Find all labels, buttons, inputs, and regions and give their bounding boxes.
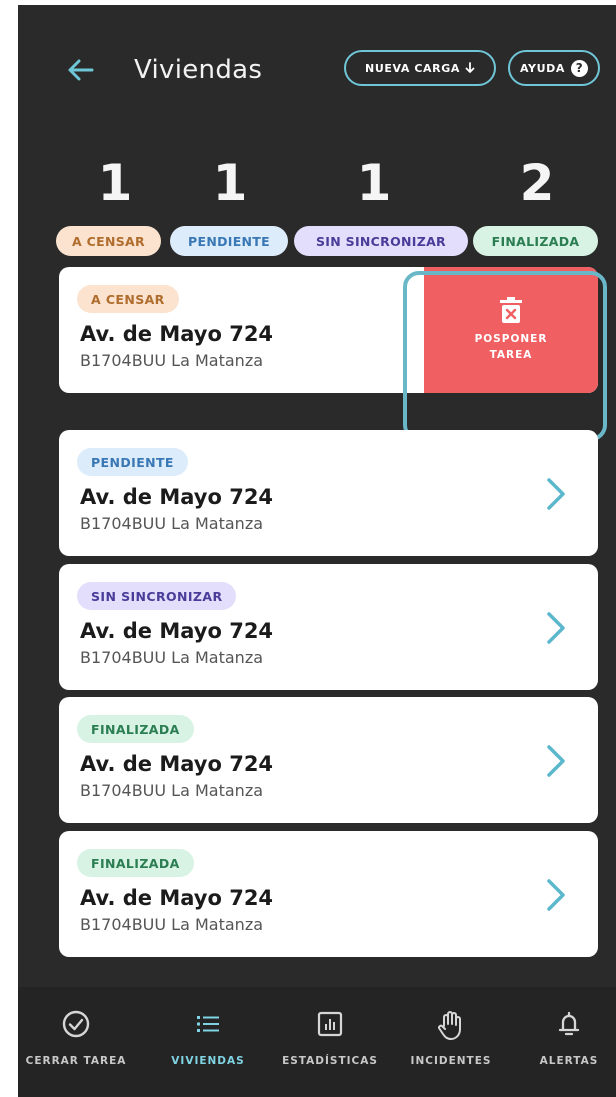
nav-item-estadisticas[interactable]: ESTADÍSTICAS bbox=[270, 1009, 390, 1067]
address: Av. de Mayo 724 bbox=[80, 886, 274, 910]
stat-badge-a-censar: A CENSAR bbox=[56, 226, 161, 256]
locality: B1704BUU La Matanza bbox=[80, 648, 264, 667]
bar-chart-icon bbox=[317, 1011, 343, 1037]
vivienda-card[interactable]: SIN SINCRONIZAR Av. de Mayo 724 B1704BUU… bbox=[59, 564, 598, 690]
nav-label: CERRAR TAREA bbox=[25, 1055, 127, 1067]
status-badge: PENDIENTE bbox=[77, 448, 188, 476]
nav-label: ALERTAS bbox=[539, 1055, 599, 1067]
nav-label: VIVIENDAS bbox=[171, 1055, 245, 1067]
locality: B1704BUU La Matanza bbox=[80, 915, 264, 934]
locality: B1704BUU La Matanza bbox=[80, 781, 264, 800]
nav-item-incidentes[interactable]: INCIDENTES bbox=[391, 1009, 511, 1067]
stat-count-a-censar: 1 bbox=[97, 154, 133, 212]
stat-count-pendiente: 1 bbox=[212, 154, 248, 212]
nueva-carga-button[interactable]: NUEVA CARGA bbox=[344, 50, 496, 86]
bell-icon bbox=[558, 1011, 580, 1036]
chevron-right-icon[interactable] bbox=[544, 743, 568, 779]
status-badge: A CENSAR bbox=[77, 285, 179, 313]
stat-badge-finalizada: FINALIZADA bbox=[473, 226, 598, 256]
check-circle-icon bbox=[62, 1010, 90, 1038]
locality: B1704BUU La Matanza bbox=[80, 351, 264, 370]
status-badge: FINALIZADA bbox=[77, 849, 194, 877]
status-badge: FINALIZADA bbox=[77, 715, 194, 743]
app-screen: Viviendas NUEVA CARGA AYUDA ? 1 1 1 2 A … bbox=[18, 5, 616, 1097]
ayuda-label: AYUDA bbox=[519, 61, 565, 75]
address: Av. de Mayo 724 bbox=[80, 752, 274, 776]
download-arrow-icon bbox=[465, 62, 475, 73]
address: Av. de Mayo 724 bbox=[80, 485, 274, 509]
address: Av. de Mayo 724 bbox=[80, 322, 274, 346]
stat-count-finalizada: 2 bbox=[519, 154, 555, 212]
nav-item-viviendas[interactable]: VIVIENDAS bbox=[148, 1009, 268, 1067]
nav-item-cerrar-tarea[interactable]: CERRAR TAREA bbox=[18, 1009, 136, 1067]
vivienda-card[interactable]: FINALIZADA Av. de Mayo 724 B1704BUU La M… bbox=[59, 697, 598, 823]
vivienda-card[interactable]: FINALIZADA Av. de Mayo 724 B1704BUU La M… bbox=[59, 831, 598, 957]
stat-count-sin-sincronizar: 1 bbox=[356, 154, 392, 212]
address: Av. de Mayo 724 bbox=[80, 619, 274, 643]
ayuda-button[interactable]: AYUDA ? bbox=[508, 50, 600, 86]
hand-icon bbox=[438, 1011, 461, 1040]
locality: B1704BUU La Matanza bbox=[80, 514, 264, 533]
chevron-right-icon[interactable] bbox=[544, 610, 568, 646]
status-badge: SIN SINCRONIZAR bbox=[77, 582, 237, 610]
nav-item-alertas[interactable]: ALERTAS bbox=[509, 1009, 616, 1067]
help-icon: ? bbox=[571, 59, 588, 77]
list-icon bbox=[197, 1016, 219, 1032]
back-arrow-icon[interactable] bbox=[64, 53, 98, 87]
nav-label: ESTADÍSTICAS bbox=[282, 1055, 378, 1067]
nav-label: INCIDENTES bbox=[410, 1055, 492, 1067]
page-title: Viviendas bbox=[134, 55, 263, 85]
swipe-highlight bbox=[403, 271, 607, 441]
stat-badge-pendiente: PENDIENTE bbox=[170, 226, 288, 256]
chevron-right-icon[interactable] bbox=[544, 476, 568, 512]
nueva-carga-label: NUEVA CARGA bbox=[365, 61, 460, 75]
stat-badge-sin-sincronizar: SIN SINCRONIZAR bbox=[294, 226, 468, 256]
chevron-right-icon[interactable] bbox=[544, 877, 568, 913]
bottom-navigation: CERRAR TAREA VIVIENDAS ESTADÍSTICAS INCI… bbox=[18, 987, 616, 1097]
vivienda-card[interactable]: PENDIENTE Av. de Mayo 724 B1704BUU La Ma… bbox=[59, 430, 598, 556]
